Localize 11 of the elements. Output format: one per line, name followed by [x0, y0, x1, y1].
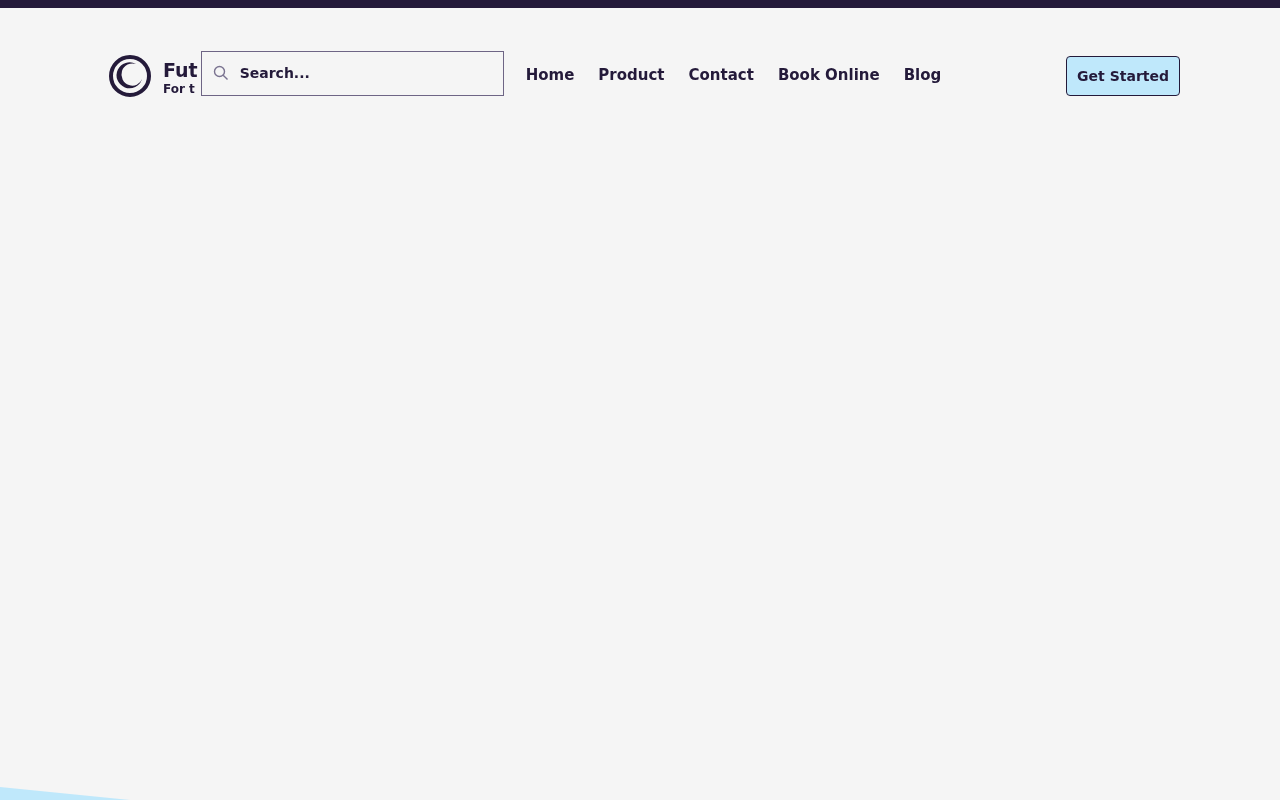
nav-link[interactable]: Book Online [777, 66, 880, 84]
nav-link[interactable]: Contact [688, 66, 754, 84]
brand-name: Fut [163, 57, 198, 82]
nav-link[interactable]: Blog [903, 66, 942, 84]
search-field[interactable]: Search... [200, 50, 504, 96]
nav-link[interactable]: Product [598, 66, 665, 84]
logo-icon [109, 55, 151, 97]
brand-tagline: For t [163, 81, 196, 97]
nav-link[interactable]: Home [525, 66, 575, 84]
get-started-button[interactable]: Get Started [1066, 56, 1180, 96]
search-icon [212, 64, 229, 81]
